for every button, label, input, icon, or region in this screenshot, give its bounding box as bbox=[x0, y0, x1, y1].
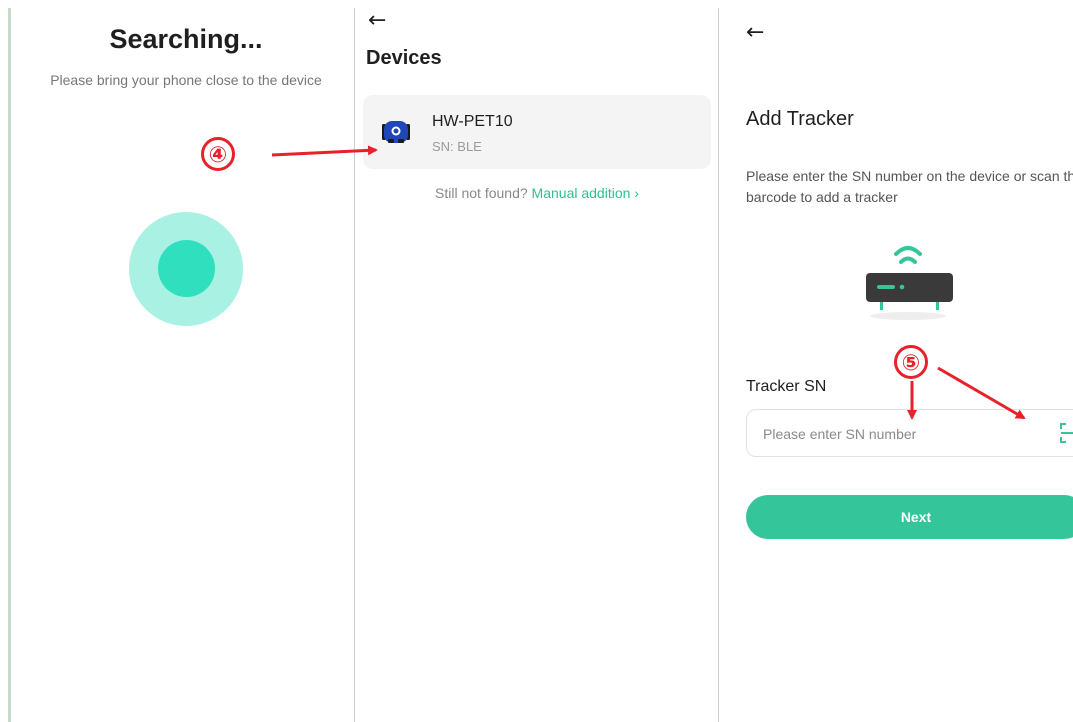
manual-addition-label: Manual addition bbox=[531, 185, 631, 201]
search-pulse-indicator bbox=[129, 212, 243, 326]
chevron-right-icon: › bbox=[634, 185, 639, 201]
step-5-annotation: ⑤ bbox=[894, 345, 928, 379]
devices-title: Devices bbox=[366, 47, 442, 69]
next-button[interactable]: Next bbox=[746, 495, 1073, 539]
step-4-annotation: ④ bbox=[201, 137, 235, 171]
add-tracker-description: Please enter the SN number on the device… bbox=[746, 168, 1073, 205]
search-pulse-core bbox=[158, 240, 215, 297]
tracker-sn-label: Tracker SN bbox=[746, 378, 827, 395]
router-illustration-icon bbox=[866, 246, 953, 320]
searching-subtitle: Please bring your phone close to the dev… bbox=[50, 72, 322, 88]
panel-divider bbox=[718, 8, 719, 722]
panel-divider bbox=[354, 8, 355, 722]
tracker-sn-field bbox=[746, 409, 1073, 458]
searching-title: Searching... bbox=[109, 24, 263, 54]
add-tracker-title: Add Tracker bbox=[746, 108, 854, 130]
pet-tracker-icon bbox=[382, 121, 410, 143]
not-found-row: Still not found? Manual addition › bbox=[356, 185, 718, 201]
devices-screen: ← Devices HW-PET10 SN: BLE Still not fou… bbox=[356, 0, 718, 722]
add-tracker-screen: ← Add Tracker Please enter the SN number… bbox=[720, 0, 1073, 722]
device-sn: SN: BLE bbox=[432, 139, 482, 154]
manual-addition-link[interactable]: Manual addition › bbox=[532, 185, 639, 201]
back-arrow-icon[interactable]: ← bbox=[368, 10, 386, 32]
tracker-sn-input[interactable] bbox=[761, 410, 1005, 458]
not-found-text: Still not found? bbox=[435, 185, 528, 201]
back-arrow-icon[interactable]: ← bbox=[746, 22, 764, 44]
device-item-hw-pet10[interactable]: HW-PET10 SN: BLE bbox=[363, 95, 711, 169]
device-name: HW-PET10 bbox=[432, 113, 513, 130]
searching-screen: Searching... Please bring your phone clo… bbox=[0, 0, 354, 722]
barcode-scan-icon[interactable] bbox=[1059, 422, 1073, 444]
